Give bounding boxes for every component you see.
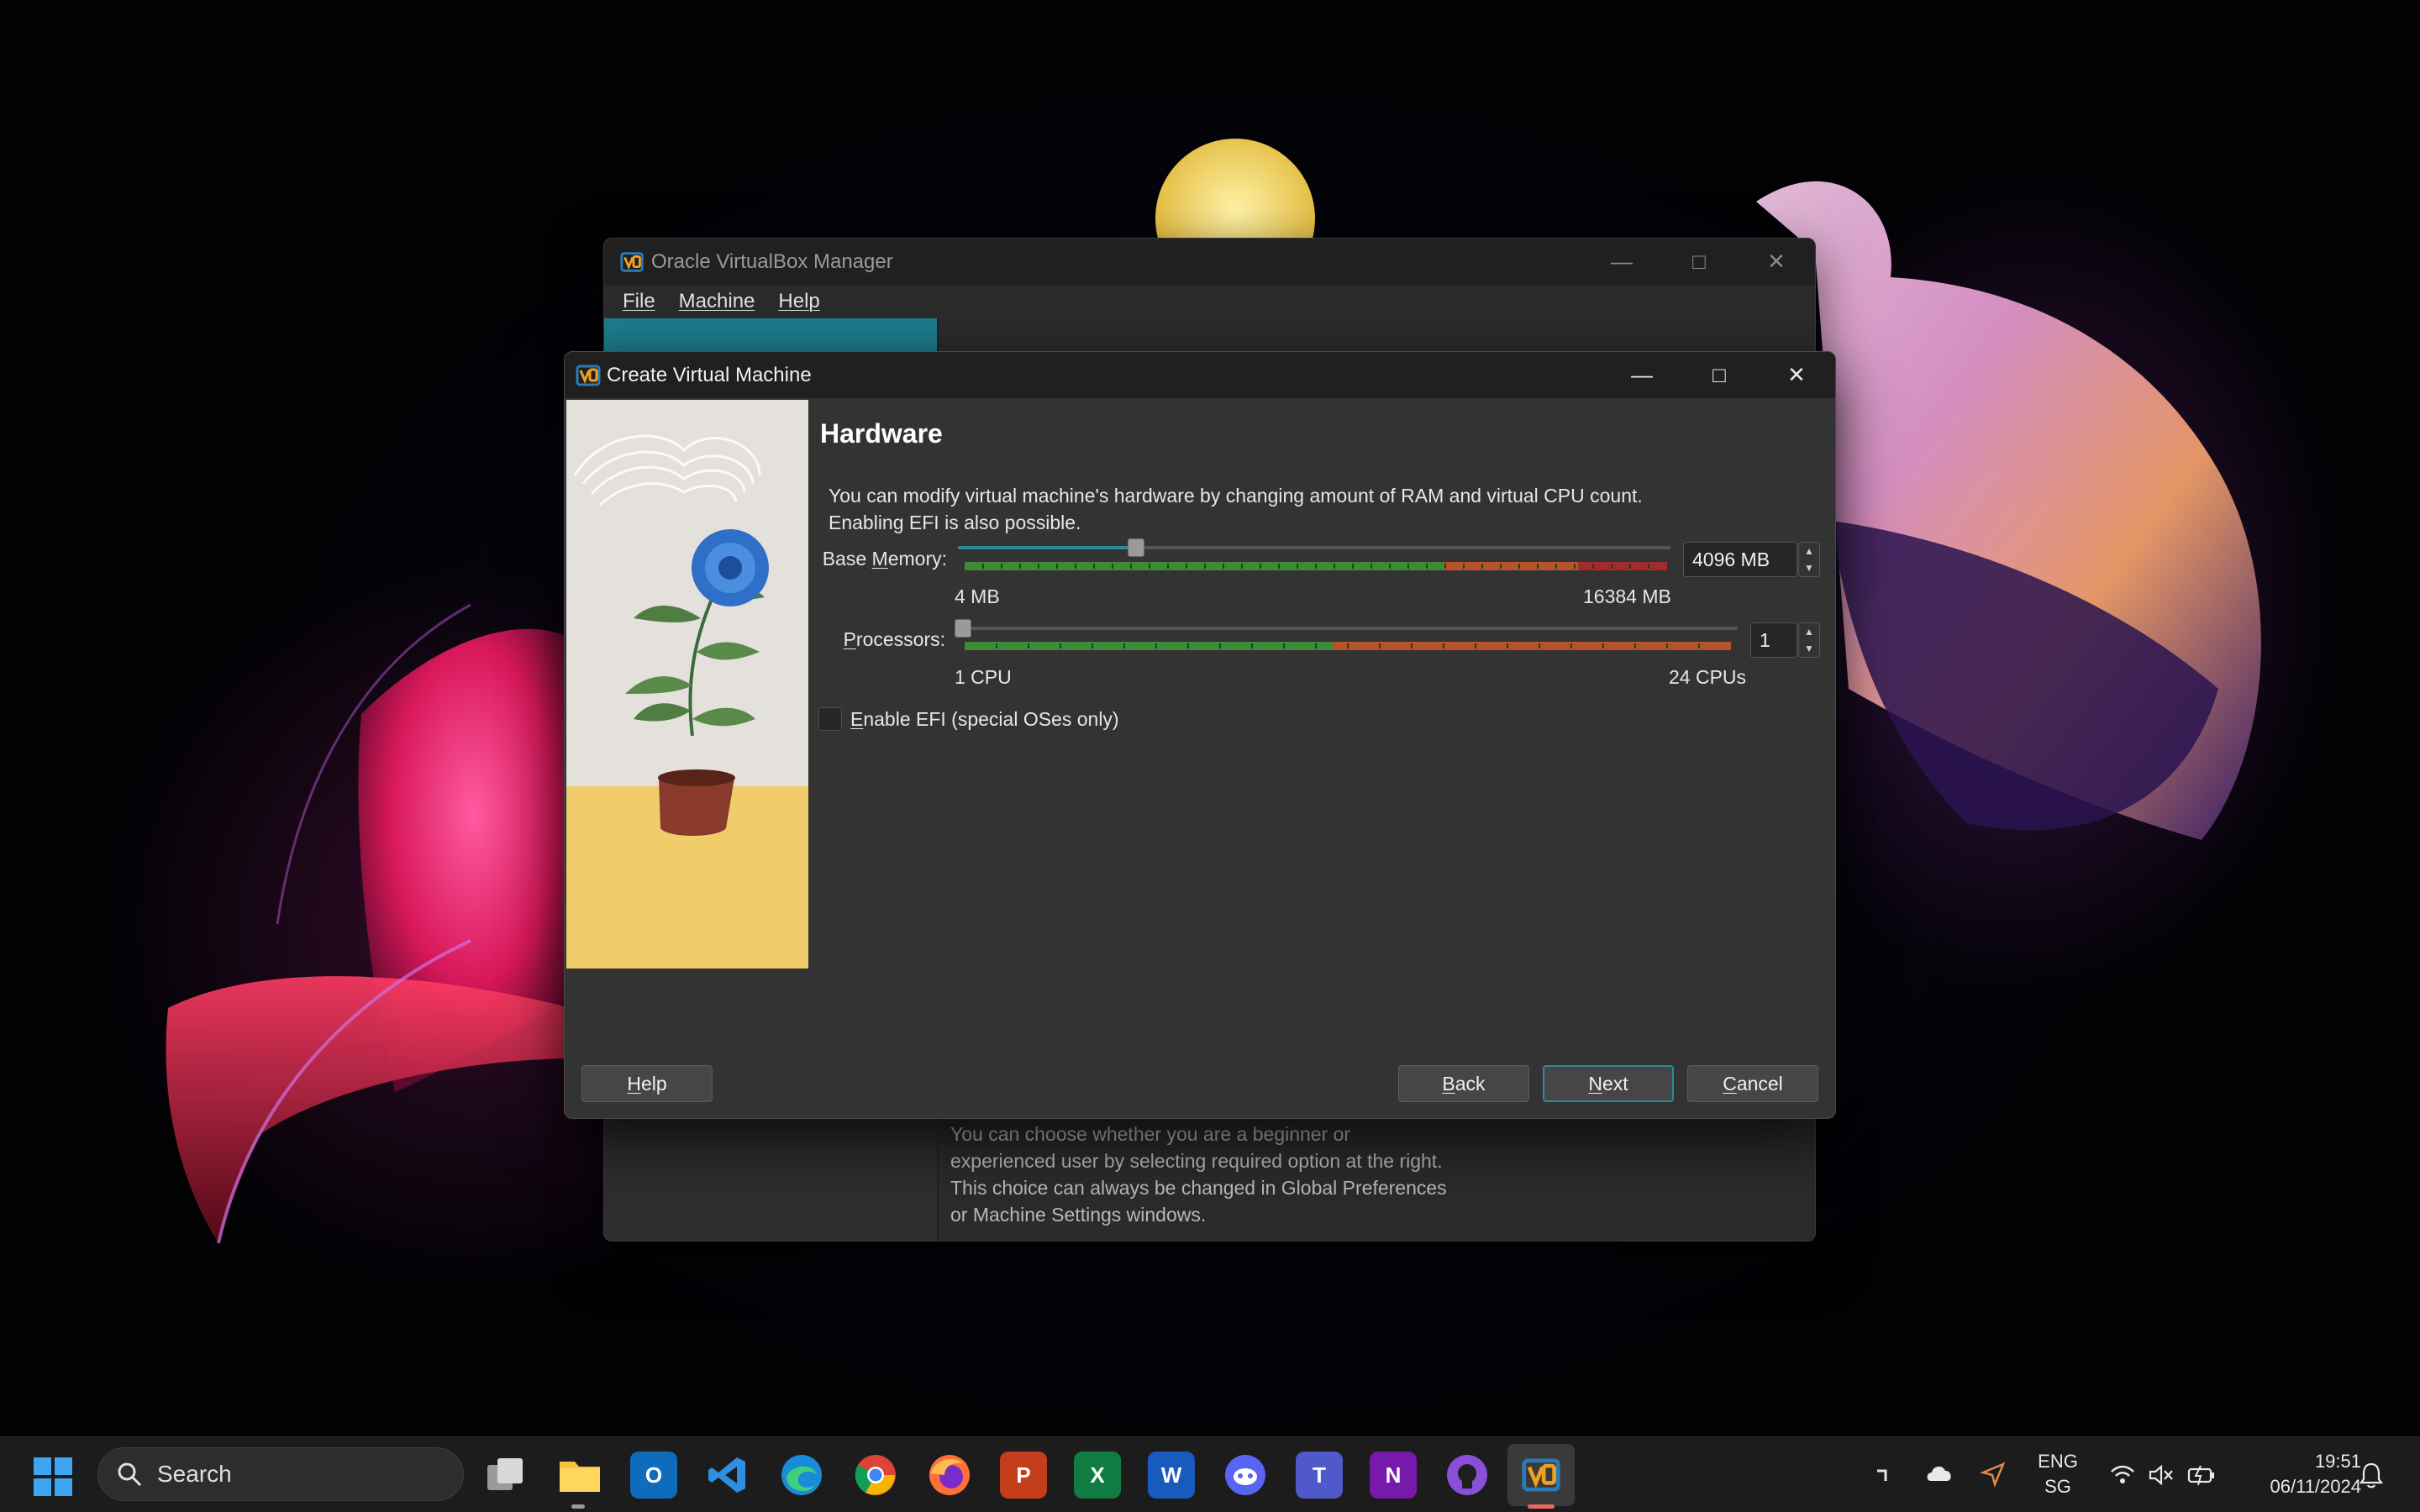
minimize-icon[interactable]: — — [1603, 352, 1681, 398]
show-hidden-icons-chevron-icon[interactable] — [1870, 1462, 1896, 1488]
processors-value: 1 — [1760, 628, 1770, 651]
task-view-icon[interactable] — [482, 1452, 529, 1499]
discord-icon[interactable] — [1222, 1452, 1269, 1499]
processors-min-label: 1 CPU — [955, 666, 1012, 688]
onenote-icon[interactable]: N — [1370, 1452, 1417, 1499]
base-memory-value: 4096 MB — [1692, 548, 1770, 570]
dialog-title: Create Virtual Machine — [607, 363, 812, 386]
maximize-icon[interactable]: □ — [1681, 352, 1758, 398]
processors-slider-handle[interactable] — [955, 619, 971, 638]
processors-scale — [965, 642, 1731, 650]
enable-efi-checkbox[interactable] — [818, 707, 842, 731]
base-memory-max-label: 16384 MB — [1583, 585, 1671, 607]
base-memory-slider-fill — [958, 546, 1136, 549]
base-memory-slider-handle[interactable] — [1128, 538, 1144, 557]
github-desktop-icon[interactable] — [1444, 1452, 1491, 1499]
sidebar-selected-item[interactable] — [604, 318, 937, 352]
close-icon[interactable]: ✕ — [1738, 239, 1815, 285]
base-memory-min-label: 4 MB — [955, 585, 1000, 607]
processors-max-label: 24 CPUs — [1669, 666, 1747, 688]
virtualbox-running-indicator — [1528, 1504, 1555, 1509]
base-memory-value-field[interactable]: 4096 MB — [1683, 542, 1797, 577]
dialog-titlebar: Create Virtual Machine — □ ✕ — [565, 352, 1835, 398]
menu-machine[interactable]: Machine — [679, 290, 755, 313]
onedrive-cloud-icon[interactable] — [1924, 1461, 1954, 1486]
virtualbox-logo-icon — [576, 365, 601, 386]
clock-date: 06/11/2024 — [2270, 1476, 2361, 1497]
outlook-icon[interactable]: O — [630, 1452, 677, 1499]
spin-down-icon[interactable]: ▼ — [1799, 559, 1819, 576]
spin-down-icon[interactable]: ▼ — [1799, 640, 1819, 657]
processors-spin-buttons[interactable]: ▲ ▼ — [1798, 622, 1820, 658]
processors-slider[interactable] — [958, 627, 1738, 630]
file-explorer-icon[interactable] — [556, 1452, 603, 1499]
edge-icon[interactable] — [778, 1452, 825, 1499]
help-button[interactable]: Help — [581, 1065, 713, 1102]
close-icon[interactable]: ✕ — [1758, 352, 1835, 398]
cancel-button[interactable]: Cancel — [1687, 1065, 1818, 1102]
back-button[interactable]: Back — [1398, 1065, 1529, 1102]
taskbar: Search O P X W T N ENG SG 19:51 06/11/20… — [0, 1436, 2420, 1512]
wizard-flower-illustration — [566, 400, 808, 969]
base-memory-slider[interactable] — [958, 546, 1670, 549]
menu-file[interactable]: File — [623, 290, 655, 313]
taskbar-search-box[interactable]: Search — [97, 1447, 464, 1501]
vscode-icon[interactable] — [704, 1452, 751, 1499]
firefox-icon[interactable] — [926, 1452, 973, 1499]
clock[interactable]: 19:51 06/11/2024 — [2235, 1449, 2361, 1499]
spin-up-icon[interactable]: ▲ — [1799, 623, 1819, 640]
volume-muted-icon[interactable] — [2148, 1462, 2175, 1488]
base-memory-spin-buttons[interactable]: ▲ ▼ — [1798, 542, 1820, 577]
manager-menubar: File Machine Help — [604, 285, 1815, 318]
notification-bell-icon[interactable] — [2358, 1461, 2385, 1489]
excel-icon[interactable]: X — [1074, 1452, 1121, 1499]
battery-charging-icon[interactable] — [2186, 1462, 2217, 1488]
windows-start-icon[interactable] — [34, 1457, 72, 1496]
processors-value-field[interactable]: 1 — [1750, 622, 1797, 658]
maximize-icon[interactable]: □ — [1660, 239, 1738, 285]
chrome-icon[interactable] — [852, 1452, 899, 1499]
minimize-icon[interactable]: — — [1583, 239, 1660, 285]
word-icon[interactable]: W — [1148, 1452, 1195, 1499]
base-memory-scale — [965, 562, 1667, 570]
powerpoint-icon[interactable]: P — [1000, 1452, 1047, 1499]
manager-title: Oracle VirtualBox Manager — [651, 249, 893, 273]
file-explorer-running-indicator — [571, 1504, 585, 1509]
enable-efi-label[interactable]: Enable EFI (special OSes only) — [850, 708, 1119, 731]
manager-description: You can choose whether you are a beginne… — [950, 1123, 1447, 1226]
location-arrow-icon[interactable] — [1980, 1461, 2007, 1488]
wifi-icon[interactable] — [2109, 1462, 2136, 1488]
create-vm-dialog: Create Virtual Machine — □ ✕ Hardware Yo… — [564, 351, 1836, 1119]
spin-up-icon[interactable]: ▲ — [1799, 543, 1819, 559]
teams-icon[interactable]: T — [1296, 1452, 1343, 1499]
next-button[interactable]: Next — [1543, 1065, 1674, 1102]
search-icon — [118, 1462, 142, 1487]
search-label: Search — [157, 1461, 232, 1487]
base-memory-label: Base Memory: — [822, 548, 947, 570]
menu-help[interactable]: Help — [778, 290, 819, 313]
page-description: You can modify virtual machine's hardwar… — [829, 485, 1643, 533]
page-title: Hardware — [820, 418, 943, 449]
input-language-indicator[interactable]: ENG SG — [2037, 1449, 2079, 1499]
processors-label: Processors: — [843, 628, 945, 650]
virtualbox-taskbar-icon[interactable] — [1518, 1452, 1565, 1499]
manager-titlebar: Oracle VirtualBox Manager — □ ✕ — [604, 239, 1815, 285]
clock-time: 19:51 — [2314, 1451, 2361, 1472]
virtualbox-logo-icon — [620, 251, 644, 272]
